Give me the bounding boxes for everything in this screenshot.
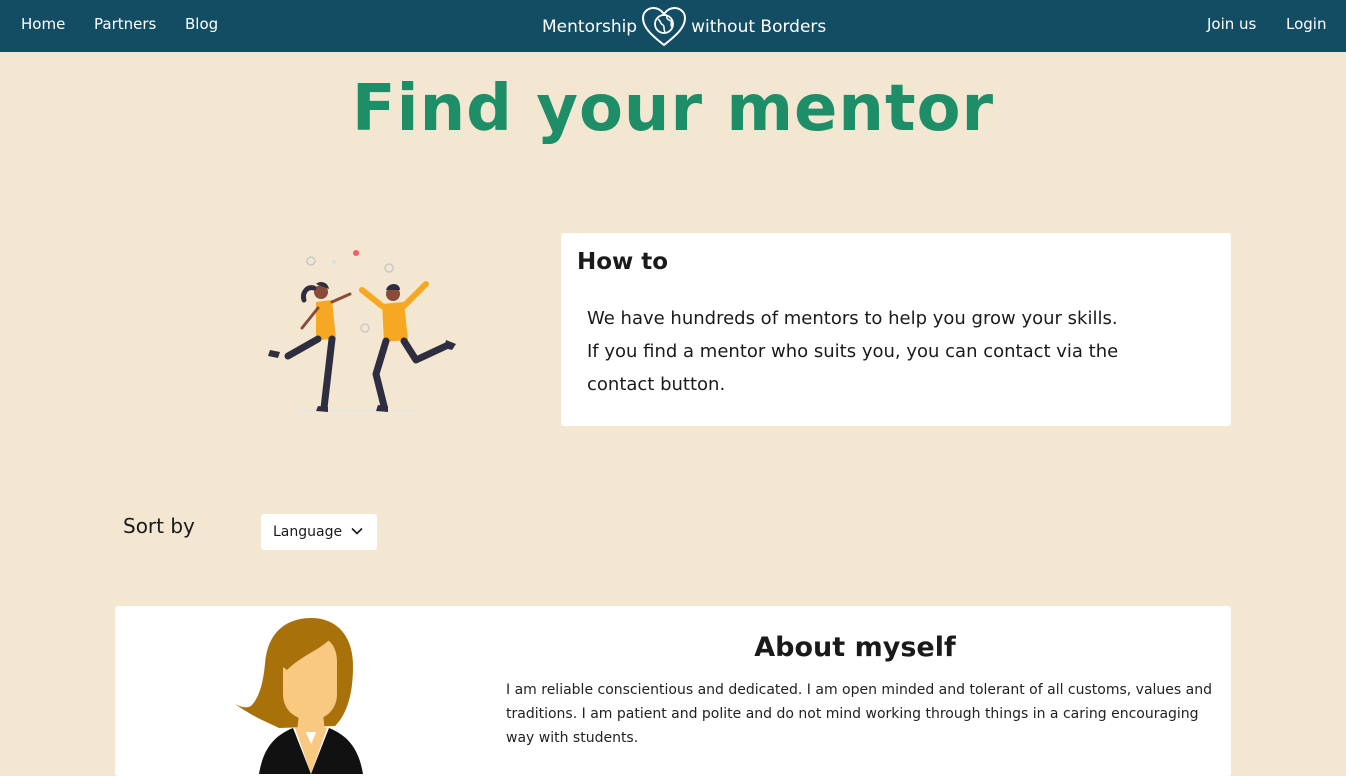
- nav-home-link[interactable]: Home: [21, 15, 65, 33]
- high-five-illustration: [268, 250, 456, 412]
- heart-globe-icon: [642, 6, 687, 47]
- sort-selected-value: Language: [273, 524, 343, 540]
- sort-by-label: Sort by: [123, 514, 195, 538]
- how-to-line-2: If you find a mentor who suits you, you …: [587, 341, 1119, 362]
- chevron-down-icon: [351, 527, 363, 535]
- sort-by-dropdown[interactable]: Language: [261, 514, 377, 550]
- nav-join-link[interactable]: Join us: [1207, 15, 1256, 33]
- about-myself-title: About myself: [754, 632, 956, 663]
- brand-name-left: Mentorship: [542, 17, 638, 37]
- nav-partners-link[interactable]: Partners: [94, 15, 156, 33]
- how-to-description: We have hundreds of mentors to help you …: [587, 302, 1187, 401]
- about-myself-text: I am reliable conscientious and dedicate…: [506, 682, 1212, 746]
- how-to-title: How to: [577, 249, 669, 275]
- mentor-card: About myself I am reliable conscientious…: [115, 606, 1231, 776]
- page-title: Find your mentor: [351, 72, 995, 146]
- nav-blog-link[interactable]: Blog: [185, 15, 218, 33]
- brand-logo-link[interactable]: Mentorship without Borders: [542, 6, 826, 48]
- brand-name-right: without Borders: [691, 17, 827, 37]
- nav-login-link[interactable]: Login: [1286, 15, 1326, 33]
- top-navbar: Home Partners Blog Mentorship without Bo…: [0, 0, 1346, 52]
- how-to-line-3: contact button.: [587, 374, 726, 395]
- mentor-avatar: [235, 618, 363, 774]
- how-to-card: How to We have hundreds of mentors to he…: [561, 233, 1231, 426]
- how-to-line-1: We have hundreds of mentors to help you …: [587, 308, 1118, 329]
